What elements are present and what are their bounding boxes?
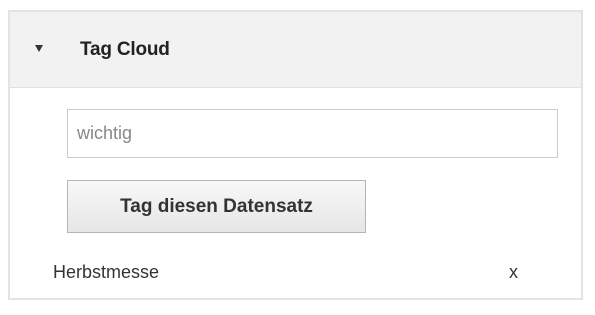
remove-tag-button[interactable]: x [509, 260, 518, 284]
tag-cloud-panel: Tag Cloud Tag diesen Datensatz Herbstmes… [8, 10, 583, 300]
tag-record-button[interactable]: Tag diesen Datensatz [67, 180, 366, 233]
tag-list-item: Herbstmesse x [10, 252, 581, 292]
caret-down-icon[interactable] [35, 45, 43, 52]
tag-name[interactable]: Herbstmesse [53, 260, 159, 284]
panel-header[interactable]: Tag Cloud [10, 12, 581, 88]
tag-input[interactable] [67, 109, 558, 158]
panel-title: Tag Cloud [80, 39, 170, 60]
